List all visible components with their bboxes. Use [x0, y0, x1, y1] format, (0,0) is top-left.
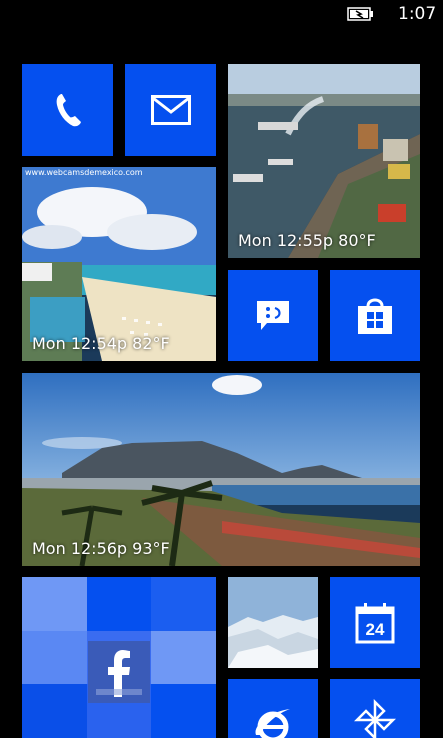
webcam-watermark: www.webcamsdemexico.com	[25, 168, 143, 177]
status-bar: 1:07	[0, 0, 443, 32]
harbor-photo	[228, 64, 420, 258]
store-bag-icon	[358, 298, 392, 334]
pinwheel-tile[interactable]	[330, 679, 420, 738]
battery-charging-icon	[347, 7, 373, 21]
messaging-smiley-icon	[257, 300, 289, 330]
phone-tile[interactable]	[22, 64, 113, 156]
mail-tile[interactable]	[125, 64, 216, 156]
mountain-photo-tile[interactable]	[228, 577, 318, 668]
beach-photo	[22, 167, 216, 361]
facebook-icon	[88, 641, 150, 703]
internet-explorer-tile[interactable]	[228, 679, 318, 738]
beach-webcam-caption: Mon 12:54p 82°F	[32, 334, 170, 353]
snow-mountain-photo	[228, 577, 318, 668]
phone-icon	[56, 94, 81, 127]
calendar-day: 24	[366, 620, 385, 639]
clock-time: 1:07	[398, 4, 437, 24]
beach-webcam-tile[interactable]: www.webcamsdemexico.com Mon 12:54p 82°F	[22, 167, 216, 361]
internet-explorer-icon	[255, 709, 290, 738]
pinwheel-icon	[354, 699, 396, 738]
calendar-tile[interactable]: 24	[330, 577, 420, 668]
table-mountain-webcam-caption: Mon 12:56p 93°F	[32, 539, 170, 558]
facebook-tile[interactable]	[22, 577, 216, 738]
messaging-tile[interactable]	[228, 270, 318, 361]
harbor-webcam-caption: Mon 12:55p 80°F	[238, 231, 376, 250]
table-mountain-webcam-tile[interactable]: Mon 12:56p 93°F	[22, 373, 420, 566]
store-tile[interactable]	[330, 270, 420, 361]
calendar-icon: 24	[355, 602, 395, 643]
table-mountain-photo	[22, 373, 420, 566]
harbor-webcam-tile[interactable]: Mon 12:55p 80°F	[228, 64, 420, 258]
mail-icon	[150, 95, 191, 125]
